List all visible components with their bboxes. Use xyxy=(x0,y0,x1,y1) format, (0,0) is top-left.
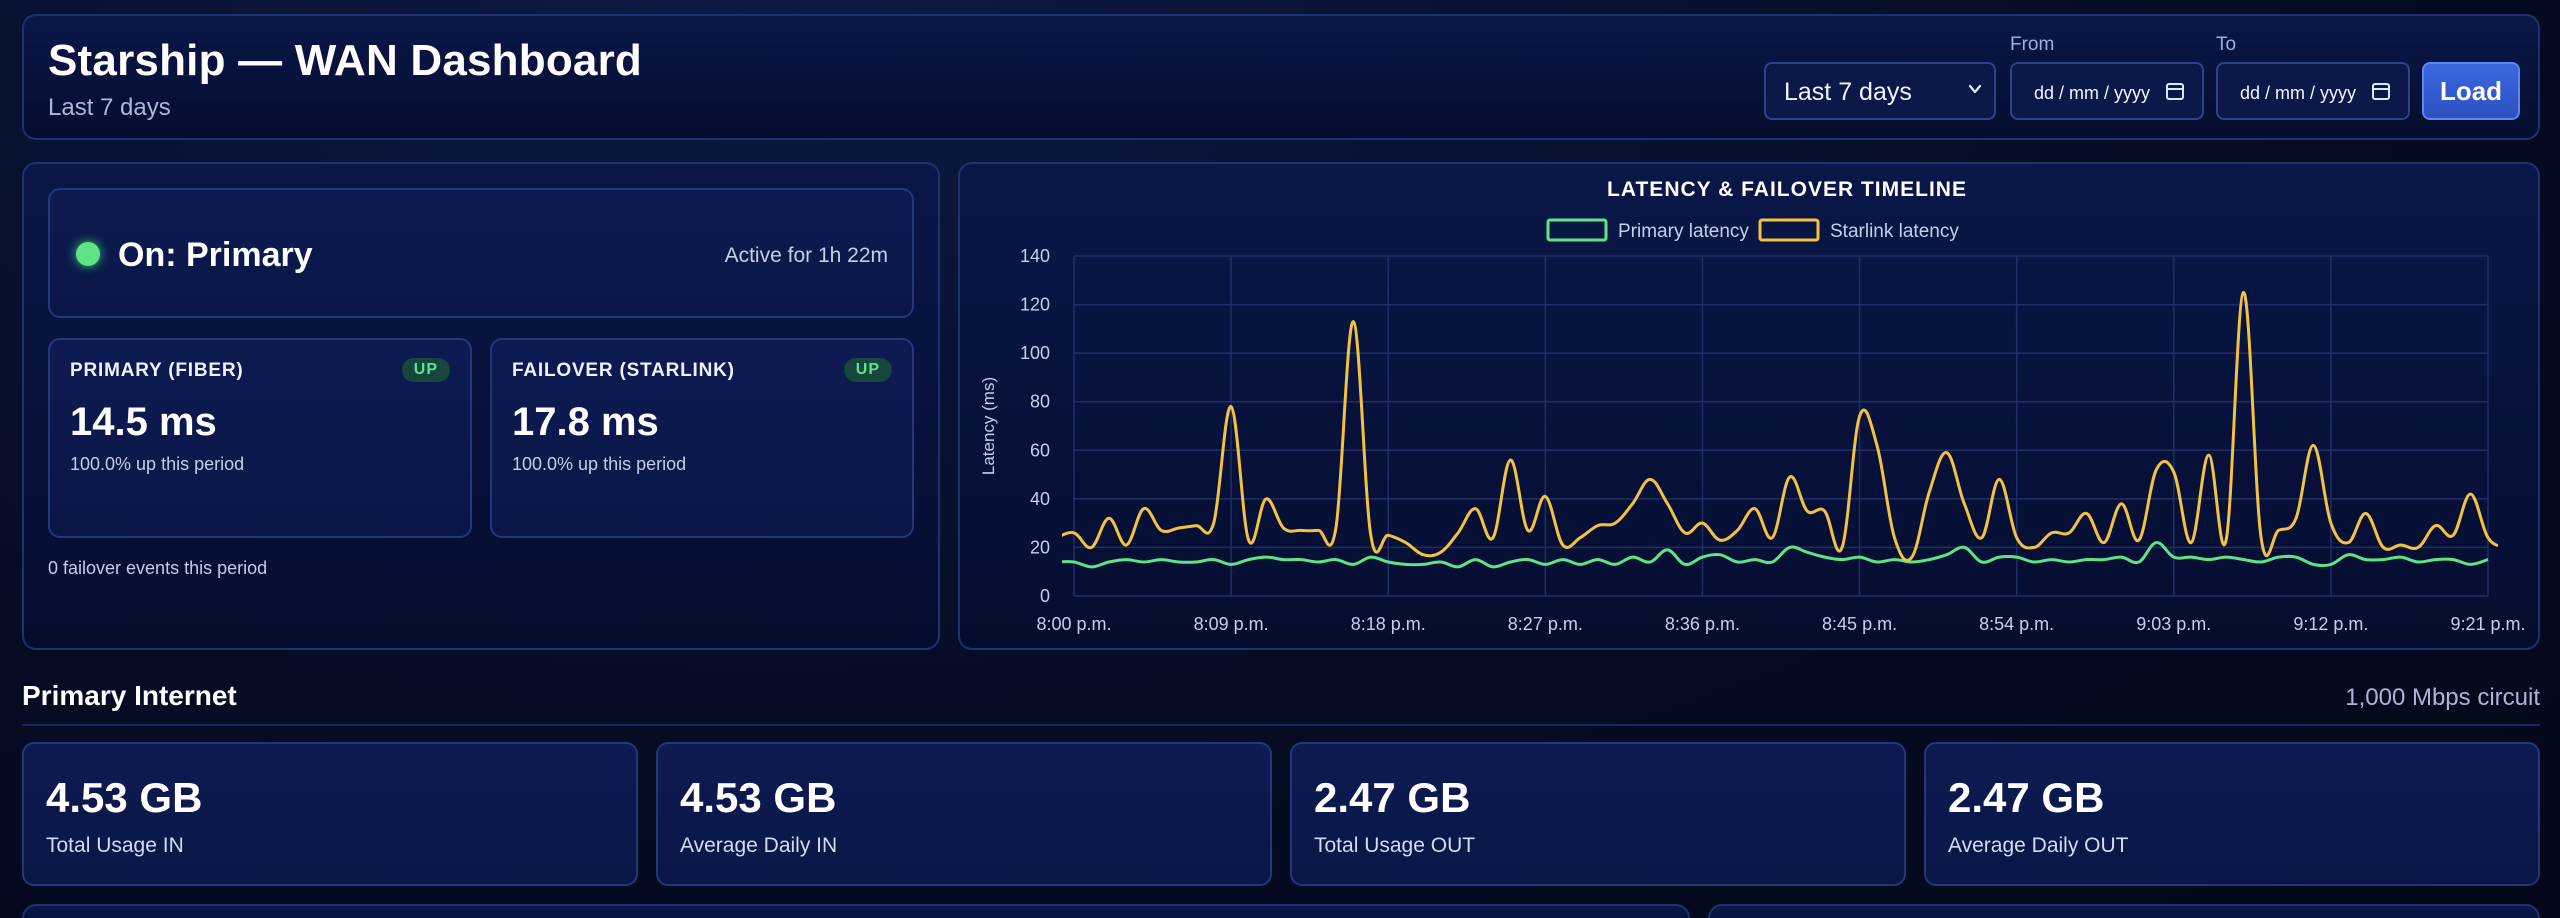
failover-events-count: 0 failover events this period xyxy=(48,558,268,578)
y-tick-label: 60 xyxy=(1030,440,1050,460)
chevron-down-icon xyxy=(1968,84,1982,94)
dashboard-header: Starship — WAN Dashboard Last 7 days Las… xyxy=(22,14,2540,140)
active-link-card: On: Primary Active for 1h 22m xyxy=(48,188,914,318)
link-latency: 17.8 ms xyxy=(512,400,659,444)
x-tick-label: 8:54 p.m. xyxy=(1979,614,2054,634)
to-label: To xyxy=(2216,34,2237,55)
y-tick-label: 80 xyxy=(1030,392,1050,412)
x-tick-label: 8:45 p.m. xyxy=(1822,614,1897,634)
page-title: Starship — WAN Dashboard xyxy=(48,36,642,85)
active-link-status: On: Primary xyxy=(118,236,313,274)
date-range-select[interactable]: Last 7 days xyxy=(1764,62,1996,120)
wan-status-panel: On: Primary Active for 1h 22m PRIMARY (F… xyxy=(22,162,940,650)
y-tick-label: 120 xyxy=(1020,295,1050,315)
latency-chart: LATENCY & FAILOVER TIMELINE Primary laten… xyxy=(979,178,2526,634)
stat-value: 2.47 GB xyxy=(1948,774,2105,821)
from-label: From xyxy=(2010,34,2055,55)
starlink-link-card: FAILOVER (STARLINK) UP 17.8 ms 100.0% up… xyxy=(490,338,914,538)
x-tick-label: 9:12 p.m. xyxy=(2293,614,2368,634)
legend-swatch xyxy=(1546,218,1608,242)
calendar-icon[interactable] xyxy=(2372,83,2390,100)
x-tick-label: 8:00 p.m. xyxy=(1036,614,1111,634)
legend-swatch xyxy=(1758,218,1820,242)
from-date-value: dd / mm / yyyy xyxy=(2034,83,2151,103)
load-button[interactable]: Load xyxy=(2422,62,2520,120)
calendar-icon[interactable] xyxy=(2166,83,2184,100)
bottom-panel-left xyxy=(22,904,1690,918)
y-tick-label: 40 xyxy=(1030,489,1050,509)
stat-label: Total Usage IN xyxy=(46,834,184,857)
primary-link-card: PRIMARY (FIBER) UP 14.5 ms 100.0% up thi… xyxy=(48,338,472,538)
link-title: PRIMARY (FIBER) xyxy=(70,360,244,381)
x-tick-label: 8:18 p.m. xyxy=(1351,614,1426,634)
to-date-input[interactable]: dd / mm / yyyy xyxy=(2216,62,2410,120)
stat-value: 4.53 GB xyxy=(680,774,837,821)
bottom-panel-right xyxy=(1708,904,2540,918)
chart-title: LATENCY & FAILOVER TIMELINE xyxy=(1607,178,1967,201)
link-uptime: 100.0% up this period xyxy=(512,454,687,474)
section-title: Primary Internet xyxy=(22,680,237,711)
to-date-value: dd / mm / yyyy xyxy=(2240,83,2357,103)
stat-card-avg-out: 2.47 GB Average Daily OUT xyxy=(1924,742,2540,886)
starlink-latency-line xyxy=(1062,290,2498,562)
y-tick-label: 100 xyxy=(1020,343,1050,363)
y-axis-label: Latency (ms) xyxy=(979,377,998,475)
link-title: FAILOVER (STARLINK) xyxy=(512,360,735,381)
x-tick-label: 9:03 p.m. xyxy=(2136,614,2211,634)
stat-label: Average Daily OUT xyxy=(1948,834,2129,857)
circuit-capacity: 1,000 Mbps circuit xyxy=(2345,684,2540,711)
stat-value: 4.53 GB xyxy=(46,774,203,821)
x-tick-label: 8:36 p.m. xyxy=(1665,614,1740,634)
section-divider xyxy=(22,724,2540,726)
page-subtitle: Last 7 days xyxy=(48,94,171,121)
status-dot-icon xyxy=(76,242,100,266)
legend-label: Primary latency xyxy=(1618,221,1749,242)
x-tick-label: 9:21 p.m. xyxy=(2450,614,2525,634)
x-tick-label: 8:27 p.m. xyxy=(1508,614,1583,634)
stat-card-total-in: 4.53 GB Total Usage IN xyxy=(22,742,638,886)
latency-chart-panel: LATENCY & FAILOVER TIMELINE Primary laten… xyxy=(958,162,2540,650)
y-tick-label: 0 xyxy=(1040,586,1050,606)
y-tick-label: 140 xyxy=(1020,246,1050,266)
y-tick-label: 20 xyxy=(1030,537,1050,557)
stat-value: 2.47 GB xyxy=(1314,774,1471,821)
link-uptime: 100.0% up this period xyxy=(70,454,245,474)
primary-latency-line xyxy=(1062,541,2489,569)
legend-label: Starlink latency xyxy=(1830,221,1959,242)
stat-card-avg-in: 4.53 GB Average Daily IN xyxy=(656,742,1272,886)
stat-label: Total Usage OUT xyxy=(1314,834,1476,857)
stat-label: Average Daily IN xyxy=(680,834,838,857)
status-badge: UP xyxy=(843,358,892,382)
status-badge: UP xyxy=(401,358,450,382)
link-latency: 14.5 ms xyxy=(70,400,217,444)
from-date-input[interactable]: dd / mm / yyyy xyxy=(2010,62,2204,120)
stat-card-total-out: 2.47 GB Total Usage OUT xyxy=(1290,742,1906,886)
active-duration: Active for 1h 22m xyxy=(724,244,888,267)
date-range-selected: Last 7 days xyxy=(1784,78,1912,106)
x-tick-label: 8:09 p.m. xyxy=(1194,614,1269,634)
